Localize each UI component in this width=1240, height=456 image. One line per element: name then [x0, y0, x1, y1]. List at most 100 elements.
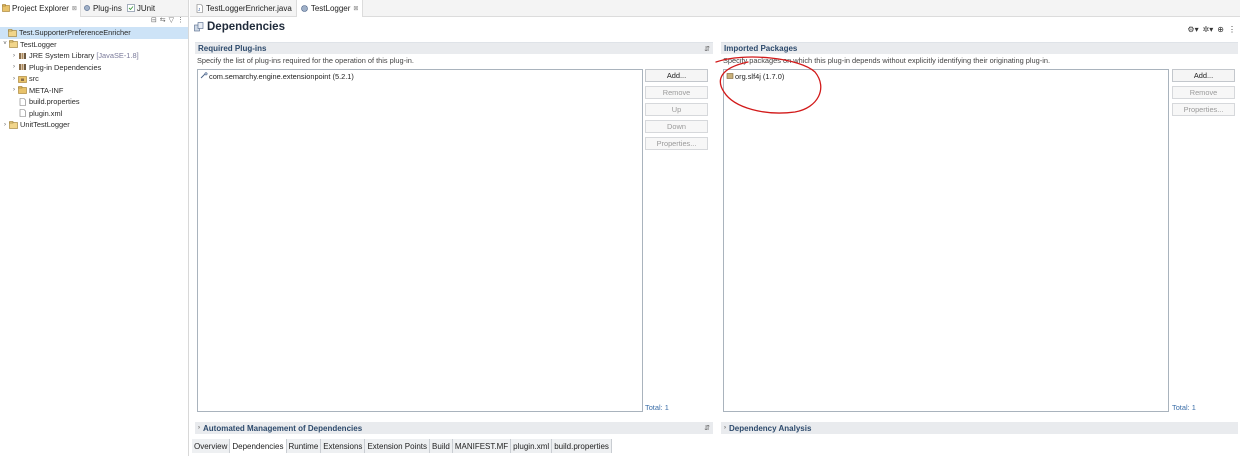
tab-label: TestLoggerEnricher.java: [206, 3, 292, 13]
imported-packages-total[interactable]: Total: 1: [1172, 403, 1196, 412]
tree-item-plugin-xml[interactable]: plugin.xml: [0, 108, 188, 120]
tree-item-build-properties[interactable]: build.properties: [0, 96, 188, 108]
chevron-right-icon[interactable]: ›: [1, 122, 9, 128]
package-properties-button[interactable]: Properties...: [1172, 103, 1235, 116]
down-button[interactable]: Down: [645, 120, 708, 133]
section-header: Required Plug-ins ⇵: [195, 42, 713, 54]
chevron-down-icon[interactable]: ˅: [1, 41, 9, 47]
form-title: Dependencies: [194, 19, 285, 35]
tree-item-label: src: [29, 74, 39, 84]
run-icon[interactable]: ⚙▾: [1187, 25, 1198, 34]
add-plugin-button[interactable]: Add...: [645, 69, 708, 82]
dependency-analysis-section[interactable]: › Dependency Analysis: [721, 422, 1238, 434]
collapse-all-icon[interactable]: ⊟: [151, 17, 157, 25]
tree-item-src[interactable]: › src: [0, 73, 188, 85]
debug-icon[interactable]: ✲▾: [1203, 25, 1214, 34]
remove-plugin-button[interactable]: Remove: [645, 86, 708, 99]
chevron-right-icon[interactable]: ›: [724, 425, 726, 431]
editor-tab-testlogger[interactable]: TestLogger ⊠: [295, 0, 364, 17]
add-package-button[interactable]: Add...: [1172, 69, 1235, 82]
project-explorer-panel: Project Explorer ⊠ Plug-ins JUnit ⊟ ⇆ ▽ …: [0, 0, 189, 456]
plugin-icon: [83, 4, 91, 12]
page-tab-overview[interactable]: Overview: [192, 439, 231, 453]
tree-item-meta-inf[interactable]: › META-INF: [0, 85, 188, 97]
page-tab-plugin-xml[interactable]: plugin.xml: [511, 439, 553, 453]
svg-text:J: J: [198, 7, 200, 12]
sort-icon[interactable]: ⇵: [704, 45, 710, 53]
page-tab-extension-points[interactable]: Extension Points: [365, 439, 431, 453]
chevron-right-icon[interactable]: ›: [198, 425, 200, 431]
list-item[interactable]: com.semarchy.engine.extensionpoint (5.2.…: [198, 70, 642, 82]
dependencies-icon: [194, 22, 204, 32]
automated-management-section[interactable]: › Automated Management of Dependencies ⇵: [195, 422, 713, 434]
file-icon: [18, 109, 27, 118]
up-button[interactable]: Up: [645, 103, 708, 116]
page-title: Dependencies: [207, 21, 285, 33]
package-icon: [726, 72, 734, 80]
file-icon: [18, 97, 27, 106]
close-icon[interactable]: ⊠: [72, 5, 77, 12]
page-tab-runtime[interactable]: Runtime: [286, 439, 322, 453]
link-with-editor-icon[interactable]: ⇆: [160, 17, 166, 25]
plugin-properties-button[interactable]: Properties...: [645, 137, 708, 150]
imported-packages-list[interactable]: org.slf4j (1.7.0): [723, 69, 1169, 412]
editor-tab-testloggerenricher[interactable]: J TestLoggerEnricher.java: [192, 0, 296, 17]
view-toolbar: ⊟ ⇆ ▽ ⋮: [0, 16, 188, 26]
tree-item-testlogger[interactable]: ˅ TestLogger: [0, 39, 188, 51]
view-tab-bar: Project Explorer ⊠ Plug-ins JUnit: [0, 0, 188, 17]
close-icon[interactable]: ⊠: [353, 5, 358, 12]
view-menu-icon[interactable]: ⋮: [1228, 25, 1236, 34]
java-file-icon: J: [195, 3, 204, 13]
section-title: › Dependency Analysis: [724, 424, 811, 433]
required-plugins-list[interactable]: com.semarchy.engine.extensionpoint (5.2.…: [197, 69, 643, 412]
section-description: Specify packages on which this plug-in d…: [723, 56, 1051, 65]
page-tab-dependencies[interactable]: Dependencies: [230, 439, 287, 453]
editor-page-tabs: Overview Dependencies Runtime Extensions…: [192, 439, 612, 453]
tree-item-label: JRE System Library: [29, 51, 95, 61]
help-icon[interactable]: ⊕: [1217, 25, 1224, 34]
tree-item-label: build.properties: [29, 97, 80, 107]
filter-icon[interactable]: ▽: [169, 17, 174, 25]
tab-plugins[interactable]: Plug-ins: [81, 0, 125, 17]
required-plugins-total[interactable]: Total: 1: [645, 403, 669, 412]
chevron-right-icon[interactable]: ›: [10, 87, 18, 93]
library-icon: [18, 52, 27, 60]
tree-item-label: META-INF: [29, 85, 64, 95]
page-tab-build-properties[interactable]: build.properties: [552, 439, 612, 453]
section-description: Specify the list of plug-ins required fo…: [197, 56, 414, 65]
tree-item-plugin-dependencies[interactable]: › Plug-in Dependencies: [0, 62, 188, 74]
plugin-manifest-icon: [300, 4, 309, 13]
library-icon: [18, 63, 27, 71]
tree-item-label: Plug-in Dependencies: [29, 62, 102, 72]
chevron-right-icon[interactable]: ›: [10, 53, 18, 59]
page-tab-build[interactable]: Build: [430, 439, 453, 453]
sort-icon[interactable]: ⇵: [704, 424, 710, 432]
tab-label: JUnit: [136, 3, 156, 13]
imported-packages-section: Imported Packages Specify packages on wh…: [721, 42, 1238, 67]
manifest-editor: J TestLoggerEnricher.java TestLogger ⊠ D…: [190, 0, 1240, 456]
tree-item-test-supporterpreferenceenricher[interactable]: Test.SupporterPreferenceEnricher: [0, 27, 188, 39]
tab-junit[interactable]: JUnit: [125, 0, 158, 17]
form-toolbar: ⚙▾ ✲▾ ⊕ ⋮: [1187, 25, 1236, 34]
chevron-right-icon[interactable]: ›: [10, 76, 18, 82]
tree-item-label: plugin.xml: [29, 108, 63, 118]
chevron-right-icon[interactable]: ›: [10, 64, 18, 70]
remove-package-button[interactable]: Remove: [1172, 86, 1235, 99]
section-title-text: Dependency Analysis: [729, 423, 812, 433]
tab-project-explorer[interactable]: Project Explorer ⊠: [0, 0, 81, 17]
plugin-icon: [200, 72, 208, 80]
source-folder-icon: [18, 75, 27, 83]
section-title-text: Automated Management of Dependencies: [203, 423, 363, 433]
page-tab-extensions[interactable]: Extensions: [321, 439, 366, 453]
tab-label: Plug-ins: [92, 3, 122, 13]
tree-item-unittestlogger[interactable]: › UnitTestLogger: [0, 119, 188, 131]
project-icon: [8, 28, 17, 37]
jre-version-decoration: [JavaSE-1.8]: [96, 51, 139, 61]
list-item[interactable]: org.slf4j (1.7.0): [724, 70, 1168, 82]
view-menu-icon[interactable]: ⋮: [177, 17, 184, 25]
page-tab-manifest-mf[interactable]: MANIFEST.MF: [452, 439, 512, 453]
folder-icon: [18, 86, 27, 95]
list-item-label: org.slf4j (1.7.0): [735, 71, 785, 81]
editor-tab-bar: J TestLoggerEnricher.java TestLogger ⊠: [190, 0, 1240, 17]
tree-item-jre-system-library[interactable]: › JRE System Library [JavaSE-1.8]: [0, 50, 188, 62]
